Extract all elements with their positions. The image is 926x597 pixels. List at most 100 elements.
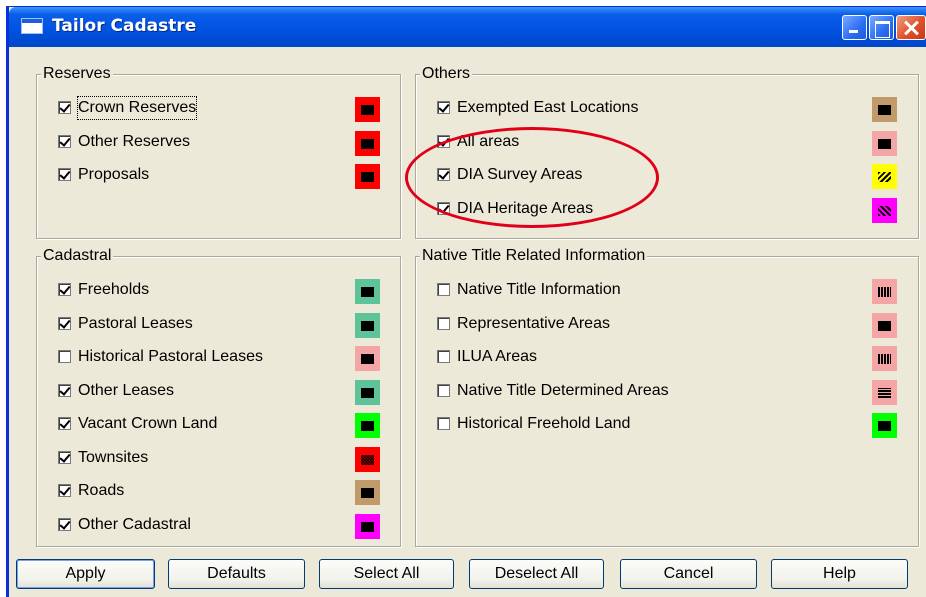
- color-swatch-historical-freehold-land[interactable]: [872, 413, 897, 438]
- checkbox-row-historical-freehold-land[interactable]: Historical Freehold Land: [437, 413, 897, 438]
- color-swatch-exempted-east-locations[interactable]: [872, 97, 897, 122]
- color-swatch-crown-reserves[interactable]: [355, 97, 380, 122]
- checkbox-row-exempted-east-locations[interactable]: Exempted East Locations: [437, 97, 897, 122]
- checkbox-row-townsites[interactable]: Townsites: [58, 446, 380, 472]
- checkbox-row-representative-areas[interactable]: Representative Areas: [437, 312, 897, 338]
- checkbox-historical-freehold-land[interactable]: [437, 417, 450, 430]
- checkbox-exempted-east-locations[interactable]: [437, 101, 450, 114]
- group-caption-reserves: Reserves: [41, 64, 113, 84]
- checkbox-row-native-title-information[interactable]: Native Title Information: [437, 279, 897, 304]
- checkbox-other-reserves[interactable]: [58, 134, 71, 148]
- checkbox-row-historical-pastoral-leases[interactable]: Historical Pastoral Leases: [58, 346, 380, 371]
- defaults-button[interactable]: Defaults: [168, 559, 305, 589]
- title-bar[interactable]: Tailor Cadastre: [9, 7, 926, 47]
- color-swatch-other-cadastral[interactable]: [355, 513, 380, 539]
- deselect-all-button[interactable]: Deselect All: [469, 559, 604, 589]
- checkbox-label-representative-areas: Representative Areas: [457, 314, 610, 332]
- checkbox-row-other-leases[interactable]: Other Leases: [58, 379, 380, 405]
- color-swatch-native-title-determined-areas[interactable]: [872, 379, 897, 405]
- checkbox-dia-heritage-areas[interactable]: [437, 201, 450, 215]
- swatch-pattern-solid: [361, 138, 374, 149]
- checkbox-crown-reserves[interactable]: [58, 101, 71, 114]
- checkbox-dia-survey-areas[interactable]: [437, 168, 450, 181]
- checkbox-row-all-areas[interactable]: All areas: [437, 130, 897, 156]
- checkbox-label-historical-pastoral-leases: Historical Pastoral Leases: [78, 348, 263, 365]
- group-others: Others Exempted East Locations All areas D…: [415, 64, 919, 239]
- checkbox-label-other-leases: Other Leases: [78, 381, 175, 399]
- color-swatch-all-areas[interactable]: [872, 130, 897, 156]
- checkbox-native-title-information[interactable]: [437, 283, 450, 296]
- checkbox-label-vacant-crown-land: Vacant Crown Land: [78, 415, 218, 432]
- tailor-cadastre-window: Tailor Cadastre Reserves Crown Reserves O…: [6, 6, 926, 597]
- checkbox-native-title-determined-areas[interactable]: [437, 383, 450, 397]
- color-swatch-vacant-crown-land[interactable]: [355, 413, 380, 438]
- checkbox-other-leases[interactable]: [58, 383, 71, 397]
- checkbox-proposals[interactable]: [58, 168, 71, 181]
- checkbox-row-pastoral-leases[interactable]: Pastoral Leases: [58, 312, 380, 338]
- group-caption-others: Others: [420, 64, 473, 84]
- checkbox-label-freeholds: Freeholds: [78, 281, 150, 298]
- checkbox-row-dia-survey-areas[interactable]: DIA Survey Areas: [437, 164, 897, 189]
- swatch-pattern-solid: [361, 172, 374, 182]
- checkbox-label-native-title-information: Native Title Information: [457, 281, 621, 298]
- color-swatch-proposals[interactable]: [355, 164, 380, 189]
- checkbox-row-freeholds[interactable]: Freeholds: [58, 279, 380, 304]
- close-button[interactable]: [896, 15, 926, 40]
- checkbox-row-vacant-crown-land[interactable]: Vacant Crown Land: [58, 413, 380, 438]
- checkbox-all-areas[interactable]: [437, 134, 450, 148]
- checkbox-townsites[interactable]: [58, 450, 71, 464]
- checkbox-row-crown-reserves[interactable]: Crown Reserves: [58, 96, 380, 122]
- maximize-button[interactable]: [869, 15, 894, 40]
- window-title: Tailor Cadastre: [52, 16, 197, 36]
- checkbox-row-native-title-determined-areas[interactable]: Native Title Determined Areas: [437, 379, 897, 405]
- color-swatch-dia-heritage-areas[interactable]: [872, 197, 897, 223]
- checkbox-representative-areas[interactable]: [437, 316, 450, 330]
- swatch-pattern-solid: [878, 421, 891, 431]
- color-swatch-other-reserves[interactable]: [355, 130, 380, 156]
- color-swatch-freeholds[interactable]: [355, 279, 380, 304]
- checkbox-label-historical-freehold-land: Historical Freehold Land: [457, 415, 631, 432]
- checkbox-vacant-crown-land[interactable]: [58, 417, 71, 430]
- apply-button[interactable]: Apply: [16, 559, 155, 589]
- swatch-pattern-solid: [361, 105, 374, 115]
- checkbox-label-dia-survey-areas: DIA Survey Areas: [457, 166, 583, 183]
- swatch-pattern-solid: [361, 421, 374, 431]
- select-all-button[interactable]: Select All: [319, 559, 454, 589]
- checkbox-other-cadastral[interactable]: [58, 517, 71, 531]
- checkbox-historical-pastoral-leases[interactable]: [58, 350, 71, 363]
- checkbox-row-ilua-areas[interactable]: ILUA Areas: [437, 346, 897, 371]
- swatch-pattern-hatch-left: [878, 172, 891, 182]
- color-swatch-dia-survey-areas[interactable]: [872, 164, 897, 189]
- checkbox-roads[interactable]: [58, 484, 71, 497]
- color-swatch-representative-areas[interactable]: [872, 312, 897, 338]
- checkbox-row-other-reserves[interactable]: Other Reserves: [58, 130, 380, 156]
- swatch-pattern-solid: [361, 521, 374, 532]
- minimize-button[interactable]: [842, 15, 867, 40]
- checkbox-row-proposals[interactable]: Proposals: [58, 164, 380, 189]
- color-swatch-native-title-information[interactable]: [872, 279, 897, 304]
- checkbox-label-dia-heritage-areas: DIA Heritage Areas: [457, 199, 594, 217]
- cancel-button[interactable]: Cancel: [620, 559, 757, 589]
- checkbox-label-crown-reserves: Crown Reserves: [76, 96, 198, 120]
- checkbox-freeholds[interactable]: [58, 283, 71, 296]
- checkbox-row-dia-heritage-areas[interactable]: DIA Heritage Areas: [437, 197, 897, 223]
- color-swatch-pastoral-leases[interactable]: [355, 312, 380, 338]
- checkbox-label-all-areas: All areas: [457, 132, 520, 150]
- checkbox-label-roads: Roads: [78, 482, 125, 499]
- checkbox-pastoral-leases[interactable]: [58, 316, 71, 330]
- checkbox-label-ilua-areas: ILUA Areas: [457, 348, 538, 365]
- checkbox-ilua-areas[interactable]: [437, 350, 450, 363]
- checkbox-label-other-reserves: Other Reserves: [78, 132, 191, 150]
- swatch-pattern-solid: [361, 354, 374, 364]
- color-swatch-historical-pastoral-leases[interactable]: [355, 346, 380, 371]
- swatch-pattern-solid: [361, 387, 374, 398]
- color-swatch-townsites[interactable]: [355, 446, 380, 472]
- swatch-pattern-solid: [361, 320, 374, 331]
- color-swatch-roads[interactable]: [355, 480, 380, 505]
- color-swatch-ilua-areas[interactable]: [872, 346, 897, 371]
- group-reserves: Reserves Crown Reserves Other Reserves Pro…: [36, 64, 401, 239]
- checkbox-row-other-cadastral[interactable]: Other Cadastral: [58, 513, 380, 539]
- checkbox-row-roads[interactable]: Roads: [58, 480, 380, 505]
- help-button[interactable]: Help: [771, 559, 908, 589]
- color-swatch-other-leases[interactable]: [355, 379, 380, 405]
